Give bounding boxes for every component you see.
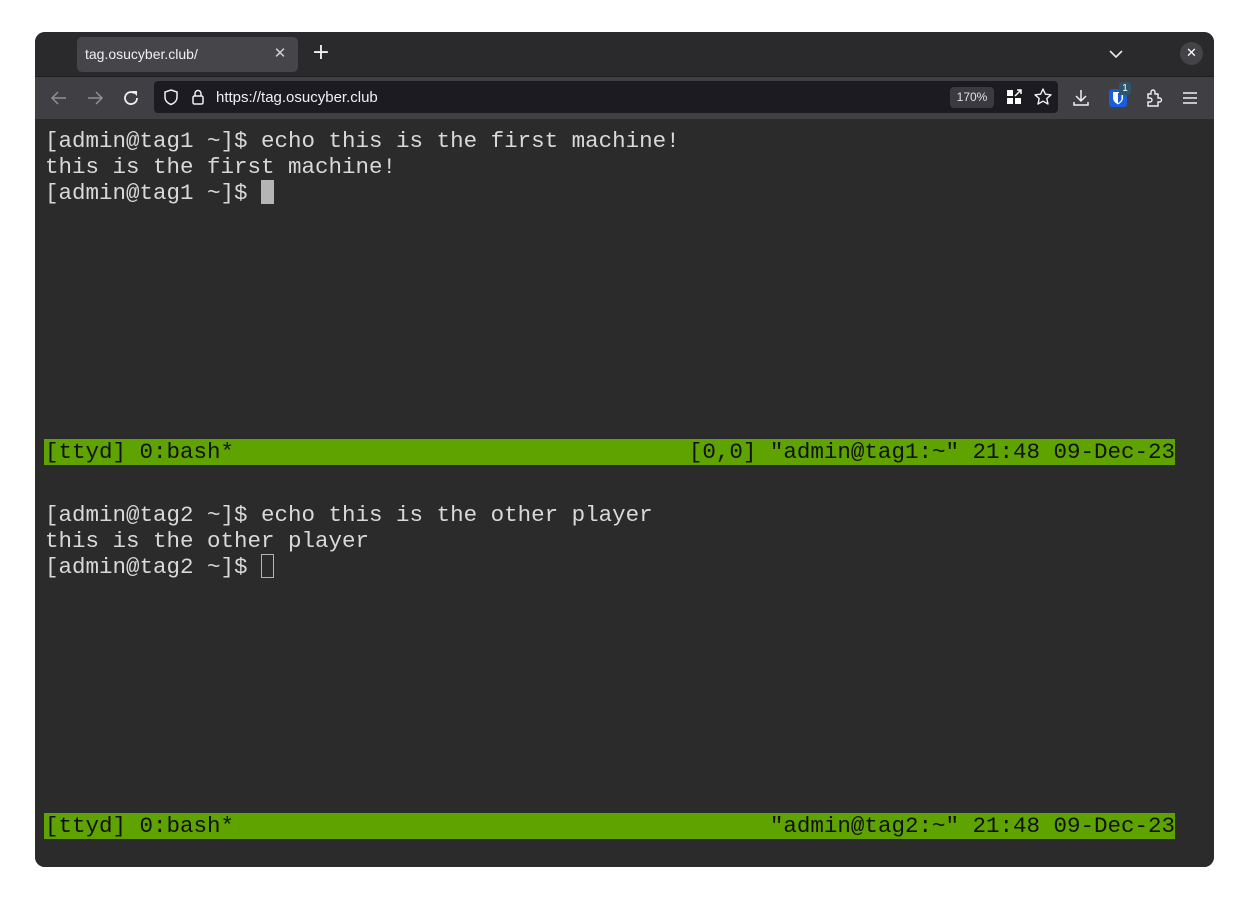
terminal-line: this is the first machine! <box>45 154 397 180</box>
menu-icon[interactable] <box>1180 88 1200 112</box>
navigation-bar: https://tag.osucyber.club 170% 1 <box>35 76 1214 119</box>
status-left: [ttyd] 0:bash* <box>45 439 235 465</box>
status-left: [ttyd] 0:bash* <box>45 813 235 839</box>
terminal-area[interactable]: [admin@tag1 ~]$ echo this is the first m… <box>35 119 1214 867</box>
status-right: [0,0] "admin@tag1:~" 21:48 09-Dec-23 <box>688 439 1175 465</box>
bookmark-star-icon[interactable] <box>1033 87 1053 111</box>
terminal-line: [admin@tag2 ~]$ echo this is the other p… <box>45 502 653 528</box>
reload-icon[interactable] <box>119 86 143 110</box>
url-text[interactable]: https://tag.osucyber.club <box>216 89 378 106</box>
terminal-prompt: [admin@tag2 ~]$ <box>45 554 262 580</box>
zoom-level-button[interactable]: 170% <box>950 87 994 108</box>
terminal-prompt-line: [admin@tag1 ~]$ <box>45 180 275 206</box>
extension-badge: 1 <box>1119 82 1131 95</box>
terminal-cursor <box>261 554 275 578</box>
tab-active[interactable]: tag.osucyber.club/ ✕ <box>77 37 298 72</box>
tab-bar: tag.osucyber.club/ ✕ + ✕ <box>35 32 1214 76</box>
bitwarden-icon[interactable]: 1 <box>1108 82 1131 112</box>
browser-window: tag.osucyber.club/ ✕ + ✕ https://tag.osu… <box>35 32 1214 867</box>
extensions-icon[interactable] <box>1144 88 1164 112</box>
arrow-left-icon[interactable] <box>47 86 71 110</box>
chevron-down-icon[interactable] <box>1106 44 1126 64</box>
tab-title: tag.osucyber.club/ <box>85 46 198 62</box>
tmux-status-bar: [ttyd] 0:bash* [0,0] "admin@tag1:~" 21:4… <box>44 439 1175 465</box>
status-right: "admin@tag2:~" 21:48 09-Dec-23 <box>769 813 1175 839</box>
terminal-line: this is the other player <box>45 528 370 554</box>
download-icon[interactable] <box>1071 88 1091 112</box>
shield-icon[interactable] <box>162 88 180 110</box>
terminal-prompt: [admin@tag1 ~]$ <box>45 180 262 206</box>
plus-icon[interactable]: + <box>309 42 333 66</box>
terminal-cursor <box>261 180 275 204</box>
url-bar[interactable]: https://tag.osucyber.club 170% <box>154 81 1058 113</box>
arrow-right-icon[interactable] <box>83 86 107 110</box>
terminal-line: [admin@tag1 ~]$ echo this is the first m… <box>45 128 680 154</box>
window-close-button[interactable]: ✕ <box>1180 42 1203 65</box>
lock-icon[interactable] <box>189 88 207 110</box>
terminal-prompt-line: [admin@tag2 ~]$ <box>45 554 275 580</box>
close-icon[interactable]: ✕ <box>270 43 290 63</box>
tmux-status-bar: [ttyd] 0:bash* "admin@tag2:~" 21:48 09-D… <box>44 813 1175 839</box>
qr-code-icon[interactable] <box>1005 88 1023 110</box>
